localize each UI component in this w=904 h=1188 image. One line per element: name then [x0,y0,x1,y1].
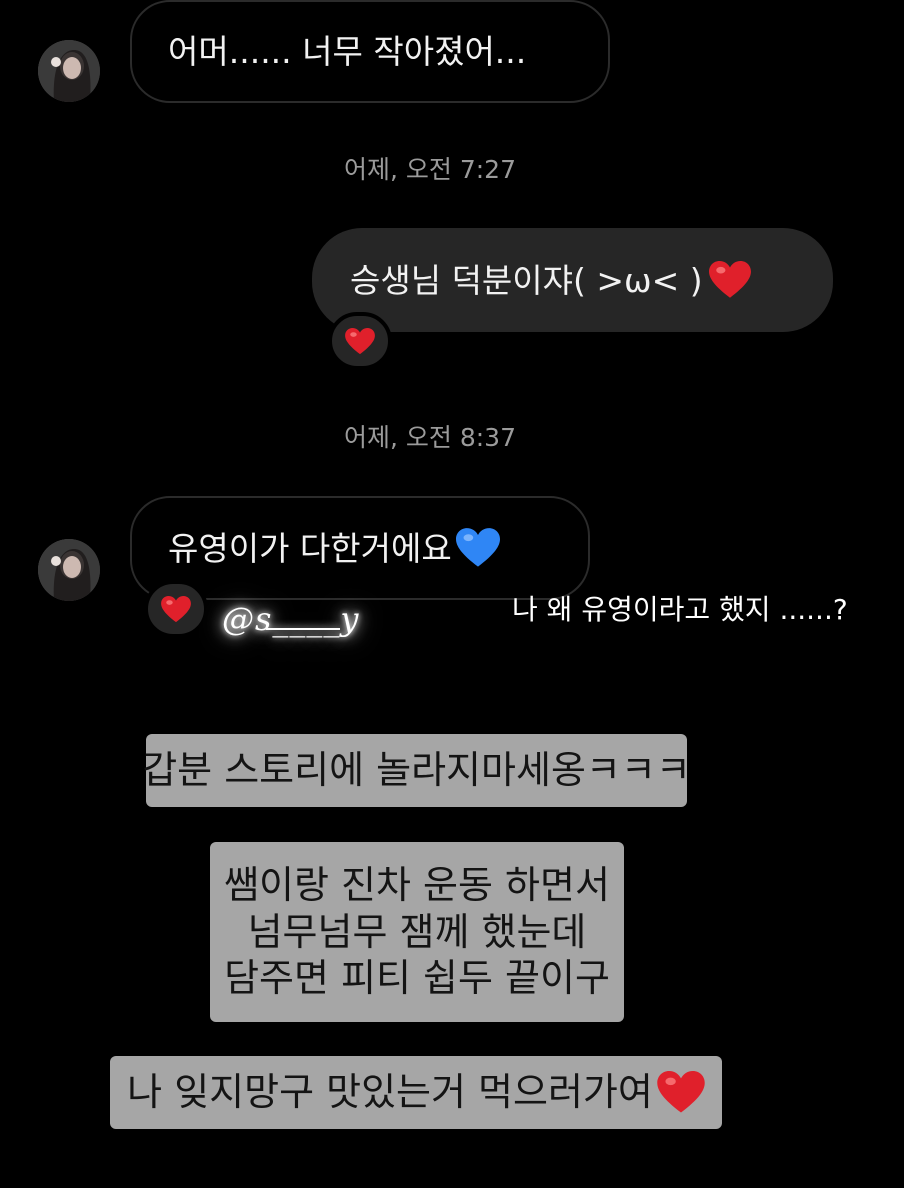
message-text: 유영이가 다한거에요 [168,528,452,568]
story-text-line: 쌤이랑 진차 운동 하면서 [224,863,610,908]
mention-text: @s____y [222,600,360,638]
red-heart-icon [708,261,751,298]
story-text-line: 넘무넘무 잼께 했눈데 [247,909,587,954]
message-reaction[interactable] [328,312,392,370]
story-text-block-2: 쌤이랑 진차 운동 하면서 넘무넘무 잼께 했눈데 담주면 피티 쉽두 끝이구 [210,842,624,1022]
outgoing-message[interactable]: 승생님 덕분이쟈( >ω< ) [312,228,833,332]
incoming-message-2[interactable]: 유영이가 다한거에요 [130,496,590,600]
timestamp-2: 어제, 오전 8:37 [344,423,516,452]
story-text-line: 담주면 피티 쉽두 끝이구 [224,956,610,1001]
red-heart-icon [657,1071,705,1113]
story-text-line: 나 잊지망구 맛있는거 먹으러가여 [127,1070,653,1115]
red-heart-icon [161,595,191,622]
message-text: 어머...... 너무 작아졌어... [168,32,527,71]
overlay-caption: 나 왜 유영이라고 했지 ......? [512,593,848,626]
blue-heart-icon [455,528,500,567]
timestamp-1: 어제, 오전 7:27 [344,155,516,184]
sender-avatar[interactable] [38,40,100,102]
mention-sticker[interactable]: @s____y [222,600,360,638]
sender-avatar[interactable] [38,539,100,601]
avatar-photo-icon [38,40,100,102]
message-text: 승생님 덕분이쟈( >ω< ) [350,260,703,300]
mention-underline [266,628,340,630]
story-text-block-3: 나 잊지망구 맛있는거 먹으러가여 [110,1056,722,1129]
red-heart-icon [345,327,375,354]
message-reaction[interactable] [144,580,208,638]
story-text-block-1: 갑분 스토리에 놀라지마세옹ㅋㅋㅋ [142,734,691,807]
avatar-photo-icon [38,539,100,601]
incoming-message-1[interactable]: 어머...... 너무 작아졌어... [130,0,610,103]
story-text-line: 갑분 스토리에 놀라지마세옹ㅋㅋㅋ [142,748,691,793]
